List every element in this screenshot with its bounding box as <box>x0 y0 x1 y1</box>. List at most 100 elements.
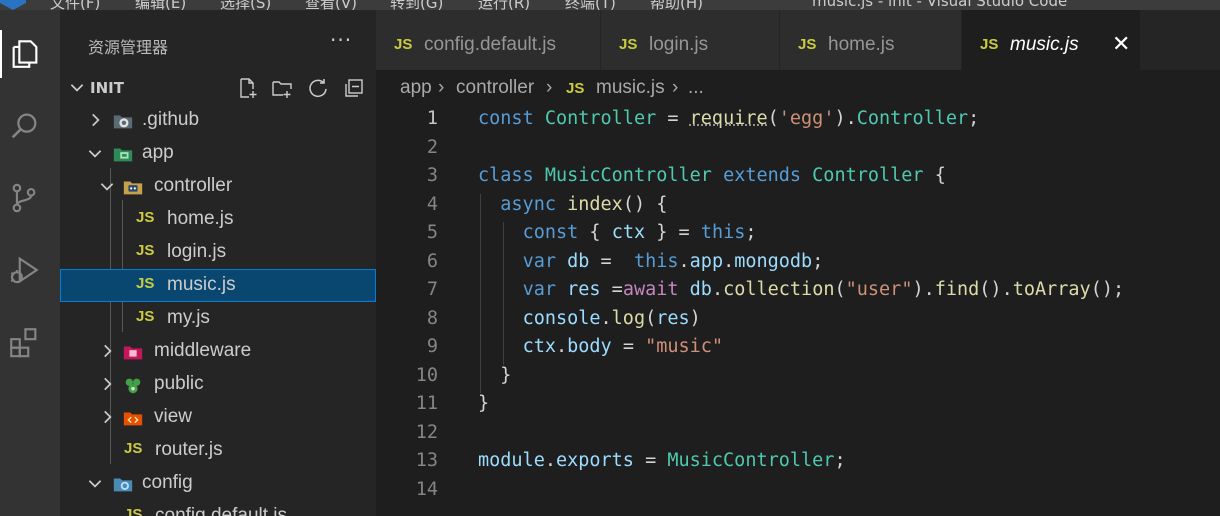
tree-item-app[interactable]: app <box>60 137 376 170</box>
menu-run[interactable]: 运行(R) <box>478 0 530 10</box>
tree-item-config-default-js[interactable]: JS config.default.js <box>60 500 376 516</box>
tree-item-router-js[interactable]: JS router.js <box>60 434 376 467</box>
code-line[interactable]: const { ctx } = this; <box>478 222 757 243</box>
line-number: 6 <box>426 250 438 272</box>
explorer-icon[interactable] <box>0 30 48 78</box>
search-icon[interactable] <box>0 102 48 150</box>
tree-item-music-js[interactable]: JS music.js <box>60 269 376 302</box>
refresh-icon[interactable] <box>306 76 330 100</box>
menu-file[interactable]: 文件(F) <box>50 0 100 10</box>
code-editor[interactable]: 1 2 3 4 5 6 7 8 9 10 11 12 13 14 const Controller = r… <box>376 106 1220 516</box>
tree-item-my-js[interactable]: JS my.js <box>60 302 376 335</box>
tab-home-js[interactable]: JS home.js <box>780 10 962 70</box>
line-number: 2 <box>426 136 438 158</box>
tab-login-js[interactable]: JS login.js <box>601 10 780 70</box>
chevron-down-icon <box>88 480 102 488</box>
js-file-icon: JS <box>136 308 155 325</box>
run-debug-icon[interactable] <box>0 246 48 294</box>
tree-item-login-js[interactable]: JS login.js <box>60 236 376 269</box>
config-folder-icon <box>113 478 133 492</box>
chevron-down-icon <box>70 84 84 92</box>
github-folder-icon <box>113 115 133 129</box>
js-file-icon: JS <box>394 36 413 53</box>
menu-terminal[interactable]: 终端(T) <box>565 0 616 10</box>
breadcrumb-separator: › <box>546 77 553 98</box>
close-icon[interactable]: ✕ <box>1112 32 1130 57</box>
js-file-icon: JS <box>980 36 999 53</box>
extensions-icon[interactable] <box>0 318 48 366</box>
editor-tabs: JS config.default.js JS login.js JS home… <box>376 10 1220 70</box>
breadcrumb-separator: › <box>438 77 445 98</box>
js-file-icon: JS <box>136 242 155 259</box>
js-file-icon: JS <box>124 506 143 516</box>
more-actions-icon[interactable]: ··· <box>330 28 352 52</box>
code-line[interactable]: async index() { <box>478 194 667 215</box>
source-control-icon[interactable] <box>0 174 48 222</box>
js-file-icon: JS <box>124 440 143 457</box>
code-line[interactable]: module.exports = MusicController; <box>478 450 846 471</box>
js-file-icon: JS <box>566 80 585 97</box>
chevron-right-icon <box>92 113 100 127</box>
code-line[interactable]: } <box>478 393 489 414</box>
code-line[interactable]: ctx.body = "music" <box>478 336 724 357</box>
tree-item-public[interactable]: public <box>60 368 376 401</box>
breadcrumb-music-js[interactable]: music.js <box>596 77 665 99</box>
public-folder-icon <box>125 378 141 394</box>
section-header-init[interactable]: INIT <box>60 74 376 102</box>
line-number: 10 <box>415 364 438 386</box>
vscode-logo-icon <box>0 0 26 10</box>
code-line[interactable]: class MusicController extends Controller… <box>478 165 946 186</box>
line-number: 8 <box>426 307 438 329</box>
line-number: 14 <box>415 478 438 500</box>
menu-selection[interactable]: 选择(S) <box>220 0 271 10</box>
code-line[interactable]: var db = this.app.mongodb; <box>478 251 824 272</box>
breadcrumb-app[interactable]: app <box>400 77 432 99</box>
js-file-icon: JS <box>798 36 817 53</box>
explorer-sidebar: 资源管理器 ··· INIT .github app controller JS… <box>60 10 376 516</box>
menu-edit[interactable]: 编辑(E) <box>135 0 186 10</box>
title-bar: 文件(F) 编辑(E) 选择(S) 查看(V) 转到(G) 运行(R) 终端(T… <box>0 0 1220 10</box>
chevron-right-icon <box>104 410 112 424</box>
line-number: 3 <box>426 165 438 186</box>
tree-item-view[interactable]: view <box>60 401 376 434</box>
new-folder-icon[interactable] <box>270 76 294 100</box>
line-number: 12 <box>415 421 438 443</box>
indent-guide <box>503 222 504 365</box>
new-file-icon[interactable] <box>236 76 260 100</box>
view-folder-icon <box>123 412 143 426</box>
line-number: 11 <box>415 393 438 414</box>
chevron-right-icon <box>104 377 112 391</box>
menu-help[interactable]: 帮助(H) <box>650 0 703 10</box>
line-number: 5 <box>426 222 438 243</box>
tree-item-controller[interactable]: controller <box>60 170 376 203</box>
js-file-icon: JS <box>136 275 155 292</box>
tab-music-js[interactable]: JS music.js ✕ <box>962 10 1141 70</box>
tree-item-home-js[interactable]: JS home.js <box>60 203 376 236</box>
code-line[interactable]: var res =await db.collection("user").fin… <box>478 279 1125 300</box>
tab-config-default-js[interactable]: JS config.default.js <box>376 10 601 70</box>
collapse-all-icon[interactable] <box>342 76 366 100</box>
line-number: 9 <box>426 336 438 357</box>
controller-folder-icon <box>123 181 143 195</box>
js-file-icon: JS <box>136 209 155 226</box>
window-title: music.js - init - Visual Studio Code <box>812 0 1068 10</box>
chevron-down-icon <box>100 183 114 191</box>
line-number: 1 <box>426 108 438 129</box>
indent-guide <box>480 193 481 393</box>
code-line[interactable]: const Controller = require('egg').Contro… <box>478 108 979 129</box>
menu-go[interactable]: 转到(G) <box>390 0 443 10</box>
middleware-folder-icon <box>123 346 143 360</box>
tree-item-github[interactable]: .github <box>60 104 376 137</box>
chevron-right-icon <box>104 344 112 358</box>
code-line[interactable]: } <box>478 365 511 386</box>
menu-view[interactable]: 查看(V) <box>305 0 357 10</box>
tree-item-config[interactable]: config <box>60 467 376 500</box>
code-line[interactable]: console.log(res) <box>478 308 701 329</box>
tree-item-middleware[interactable]: middleware <box>60 335 376 368</box>
breadcrumb-controller[interactable]: controller <box>456 77 534 99</box>
js-file-icon: JS <box>619 36 638 53</box>
activity-bar <box>0 10 60 516</box>
line-number: 13 <box>415 450 438 471</box>
line-number: 4 <box>426 193 438 215</box>
breadcrumb-symbol[interactable]: ... <box>688 77 704 99</box>
